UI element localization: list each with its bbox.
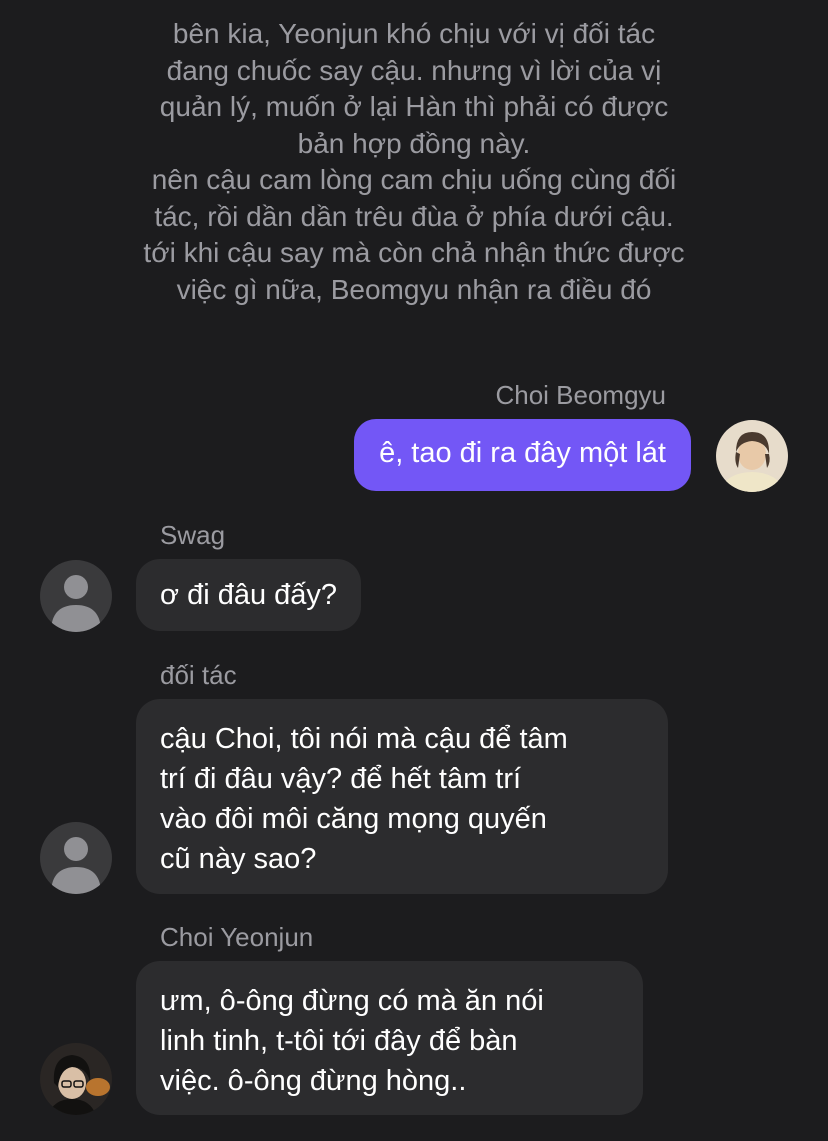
beomgyu-photo-avatar[interactable] <box>716 420 788 492</box>
message-text: việc. ô-ông đừng hòng.. <box>160 1065 467 1097</box>
message-text: vào đôi môi căng mọng quyến <box>160 803 547 835</box>
narration-line: việc gì nữa, Beomgyu nhận ra điều đó <box>176 273 652 305</box>
message-bubble-incoming[interactable]: cậu Choi, tôi nói mà cậu để tâm trí đi đ… <box>136 699 668 894</box>
narration-line: tới khi cậu say mà còn chả nhận thức đượ… <box>143 237 685 268</box>
message-bubble-incoming[interactable]: ưm, ô-ông đừng có mà ăn nói linh tinh, t… <box>136 961 643 1115</box>
narration-line: quản lý, muốn ở lại Hàn thì phải có được <box>159 91 669 122</box>
message-text: cậu Choi, tôi nói mà cậu để tâm <box>160 723 568 755</box>
message-text: ơ đi đâu đấy? <box>160 579 338 611</box>
message-text: trí đi đâu vậy? để hết tâm trí <box>160 763 522 795</box>
narration-line: tác, rồi dần dần trêu đùa ở phía dưới cậ… <box>154 200 674 232</box>
default-person-avatar[interactable] <box>40 822 112 894</box>
narration-line: bản hợp đồng này. <box>297 127 531 159</box>
message-text: ê, tao đi ra đây một lát <box>379 437 666 469</box>
narration-line: nên cậu cam lòng cam chịu uống cùng đối <box>151 164 677 195</box>
sender-name: Choi Yeonjun <box>160 922 314 952</box>
narration-line: bên kia, Yeonjun khó chịu với vị đối tác <box>172 18 656 49</box>
yeonjun-photo-avatar[interactable] <box>40 1043 112 1115</box>
sender-name: Swag <box>160 520 226 550</box>
story-narration: bên kia, Yeonjun khó chịu với vị đối tác… <box>70 16 758 308</box>
default-person-avatar[interactable] <box>40 560 112 632</box>
sender-name: Choi Beomgyu <box>495 380 666 410</box>
message-text: ưm, ô-ông đừng có mà ăn nói <box>160 985 544 1017</box>
narration-line: đang chuốc say cậu. nhưng vì lời của vị <box>166 54 662 86</box>
sender-name: đối tác <box>160 660 237 690</box>
message-text: linh tinh, t-tôi tới đây để bàn <box>160 1025 518 1057</box>
message-bubble-outgoing[interactable]: ê, tao đi ra đây một lát <box>354 419 691 491</box>
message-text: cũ này sao? <box>160 843 317 875</box>
message-bubble-incoming[interactable]: ơ đi đâu đấy? <box>136 559 362 631</box>
